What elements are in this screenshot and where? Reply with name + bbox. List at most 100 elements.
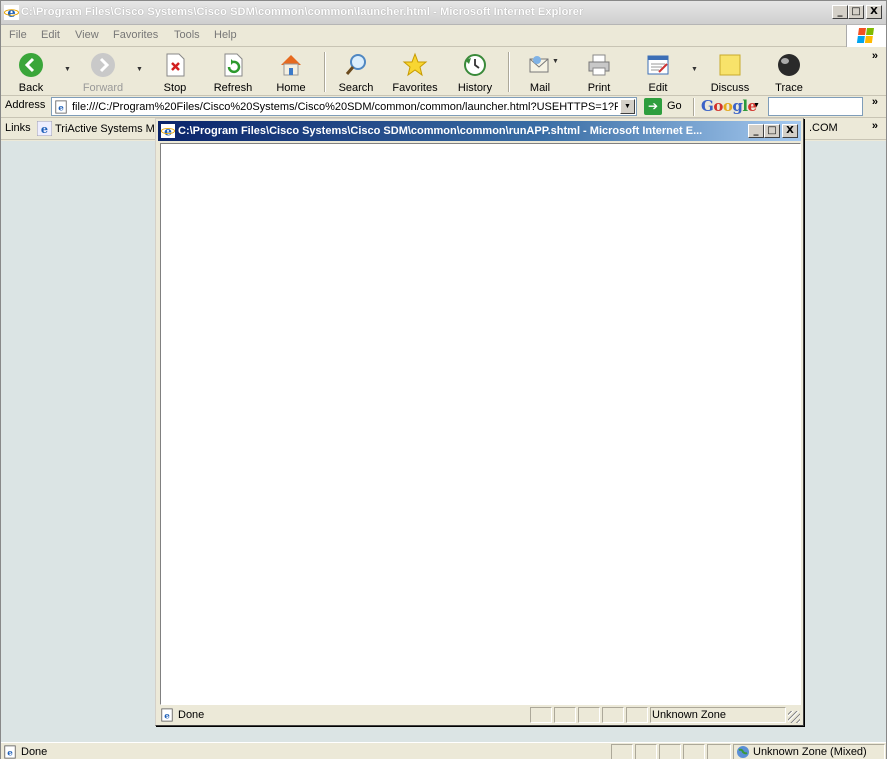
back-label: Back [18,82,44,94]
popup-close-button[interactable]: X [782,124,798,138]
menu-view[interactable]: View [75,29,99,41]
back-dropdown-icon[interactable]: ▼ [64,66,71,73]
go-arrow-icon: ➔ [644,98,662,115]
stop-label: Stop [163,82,187,94]
status-cell [602,707,624,723]
svg-text:e: e [164,124,172,138]
address-label: Address [5,99,46,111]
ie-page-icon: e [37,121,52,136]
stop-button[interactable]: Stop [147,50,203,94]
go-label: Go [667,100,682,112]
forward-dropdown-icon[interactable]: ▼ [136,66,143,73]
menu-favorites[interactable]: Favorites [113,29,158,41]
resize-grip-icon[interactable] [788,711,800,723]
search-icon [345,54,366,75]
page-icon: e [55,100,67,114]
internet-explorer-icon: e [4,5,19,20]
address-dropdown-icon[interactable]: ▼ [620,99,635,114]
forward-label: Forward [82,82,124,94]
stop-icon [166,53,185,77]
links-more-chevron[interactable]: » [872,120,878,132]
toolbar-separator [508,52,510,92]
mail-dropdown-icon[interactable]: ▼ [552,58,559,65]
menu-edit[interactable]: Edit [41,29,60,41]
svg-text:e: e [58,104,64,114]
refresh-button[interactable]: Refresh [205,50,261,94]
popup-window-title: C:\Program Files\Cisco Systems\Cisco SDM… [178,125,703,137]
google-dropdown-icon[interactable]: ▼ [753,102,760,109]
trace-button[interactable]: Trace [761,50,817,94]
security-zone[interactable]: Unknown Zone (Mixed) [736,744,867,759]
status-cell [554,707,576,723]
discuss-button[interactable]: Discuss [702,50,758,94]
popup-title-bar[interactable]: e C:\Program Files\Cisco Systems\Cisco S… [158,121,801,141]
history-button[interactable]: History [447,50,503,94]
menu-file[interactable]: File [9,29,27,41]
address-bar: Address e file:///C:/Program%20Files/Cis… [1,96,886,118]
refresh-label: Refresh [213,82,253,94]
status-cell [683,744,705,759]
svg-text:e: e [7,6,15,20]
home-label: Home [276,82,306,94]
popup-maximize-button[interactable]: □ [764,124,780,138]
popup-status-bar: e Done Unknown Zone [158,706,801,724]
popup-content-area [160,143,801,705]
mail-button[interactable]: Mail [512,50,568,94]
print-label: Print [587,82,611,94]
search-label: Search [338,82,374,94]
forward-button[interactable]: Forward [75,50,131,94]
favorites-label: Favorites [392,82,438,94]
main-window-title: C:\Program Files\Cisco Systems\Cisco SDM… [21,6,584,18]
address-more-chevron[interactable]: » [872,96,878,108]
link-triactive[interactable]: e TriActive Systems Ma [37,121,161,136]
popup-zone-label[interactable]: Unknown Zone [652,709,726,721]
printer-icon [588,54,610,76]
edit-page-icon [647,55,669,75]
mail-label: Mail [529,82,551,94]
edit-button[interactable]: Edit [630,50,686,94]
windows-logo-icon [846,25,886,47]
maximize-button[interactable]: □ [848,5,864,19]
popup-browser-window: e C:\Program Files\Cisco Systems\Cisco S… [155,118,804,726]
favorites-button[interactable]: Favorites [387,50,443,94]
status-text: Done [21,746,48,758]
back-button[interactable]: Back [3,50,59,94]
popup-minimize-button[interactable]: _ [748,124,764,138]
google-search-input[interactable] [768,97,863,116]
zone-label: Unknown Zone (Mixed) [753,746,867,758]
zone-globe-icon [737,746,749,758]
google-logo[interactable]: Google [701,97,757,115]
link-triactive-label: TriActive Systems Ma [55,122,161,135]
forward-arrow-icon [91,53,115,77]
toolbar-more-chevron[interactable]: » [872,50,878,62]
address-url: file:///C:/Program%20Files/Cisco%20Syste… [72,101,618,113]
history-clock-icon [464,54,486,76]
minimize-button[interactable]: _ [832,5,848,19]
status-cell [626,707,648,723]
search-button[interactable]: Search [328,50,384,94]
popup-status-text: Done [178,709,205,721]
svg-text:e: e [164,712,170,722]
edit-dropdown-icon[interactable]: ▼ [691,66,698,73]
history-label: History [457,82,493,94]
address-input[interactable]: e file:///C:/Program%20Files/Cisco%20Sys… [51,97,637,116]
close-button[interactable]: X [866,5,882,19]
status-cell [707,744,731,759]
trace-ball-icon [778,54,800,76]
discuss-note-icon [719,54,741,76]
main-status-bar: e Done Unknown Zone (Mixed) [1,742,886,759]
menu-tools[interactable]: Tools [174,29,200,41]
status-cell [659,744,681,759]
edit-label: Edit [648,82,668,94]
link-com[interactable]: .COM [809,122,838,134]
svg-text:e: e [7,749,13,759]
favorites-star-icon [402,52,428,77]
home-button[interactable]: Home [263,50,319,94]
toolbar-separator [324,52,326,92]
print-button[interactable]: Print [571,50,627,94]
menu-help[interactable]: Help [214,29,237,41]
main-title-bar[interactable]: e C:\Program Files\Cisco Systems\Cisco S… [1,1,886,25]
page-done-icon: e [4,745,16,759]
discuss-label: Discuss [710,82,750,94]
refresh-icon [224,53,243,77]
